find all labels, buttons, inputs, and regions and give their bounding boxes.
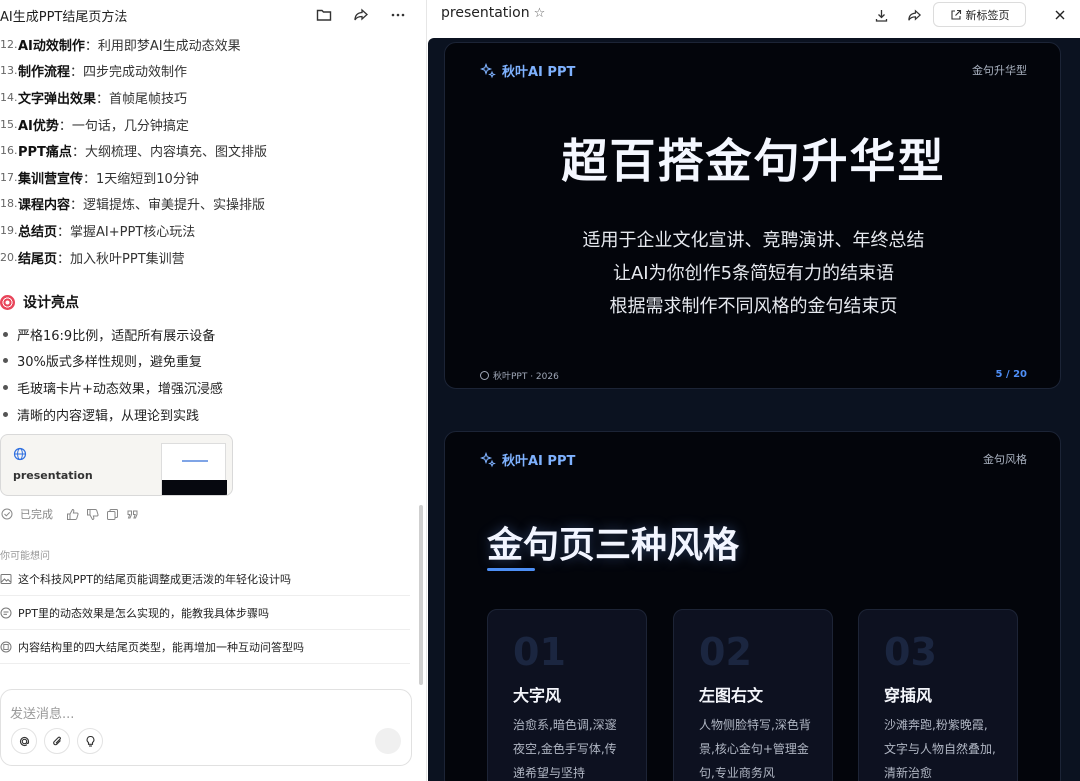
step-list: 12. AI动效制作 ：利用即梦AI生成动态效果 13. 制作流程 ：四步完成动效制作 … — [0, 31, 420, 270]
app-window: AI生成PPT结尾页方法 12. AI动效制作 ：利用即梦AI生成动态效果 13. 制… — [0, 0, 1080, 781]
list-item: 17. 集训营宣传 ：1天缩短到10分钟 — [0, 170, 199, 187]
thumbs-down-icon[interactable] — [85, 507, 99, 521]
card-title: 穿插风 — [884, 686, 933, 705]
list-item: 毛玻璃卡片+动态效果，增强沉浸感 — [0, 374, 420, 401]
presentation-card[interactable]: presentation — [0, 434, 233, 496]
suggestions-heading: 你可能想问 — [0, 551, 50, 562]
card-title: 左图右文 — [699, 686, 764, 705]
bullet-dot — [3, 358, 8, 364]
globe-icon — [13, 447, 27, 461]
slide-subtitle-line: 让AI为你创作5条简短有力的结束语 — [612, 263, 895, 284]
list-item: 15. AI优势 ：一句话，几分钟搞定 — [0, 117, 189, 134]
close-icon[interactable] — [1049, 4, 1071, 26]
card-number: 01 — [513, 630, 566, 674]
card-description: 沙滩奔跑,粉紫晚霞,文字与人物自然叠加,清新治愈 — [884, 718, 996, 780]
message-input-box[interactable]: 发送消息... — [0, 689, 412, 766]
open-in-new-tab-button[interactable]: 新标签页 — [933, 2, 1026, 27]
at-icon — [19, 736, 29, 746]
preview-panel: presentation ☆ 新标签页 秋叶AI PPT 金句升华型 超百搭金句… — [428, 0, 1080, 781]
bullet-dot — [3, 411, 8, 417]
target-icon — [0, 294, 15, 310]
slide-brand: 秋叶AI PPT — [480, 450, 575, 469]
external-link-icon — [950, 9, 961, 20]
message-status-bar: 已完成 — [0, 506, 139, 522]
share-icon[interactable] — [903, 4, 925, 26]
page-number: 5 / 20 — [995, 369, 1028, 380]
list-item: 清晰的内容逻辑，从理论到实践 — [0, 401, 420, 428]
slide: 秋叶AI PPT 金句升华型 超百搭金句升华型 适用于企业文化宣讲、竞聘演讲、年… — [444, 42, 1061, 389]
chat-title: AI生成PPT结尾页方法 — [0, 10, 128, 25]
style-card: 01 大字风 治愈系,暗色调,深邃夜空,金色手写体,传递希望与坚持 — [487, 609, 647, 781]
chat-bubble-icon — [0, 607, 12, 619]
message-input[interactable]: 发送消息... — [10, 703, 74, 722]
presentation-thumbnail — [161, 443, 227, 495]
sparkle-icon — [480, 451, 496, 467]
suggestion-item[interactable]: 内容结构里的四大结尾页类型，能再增加一种互动问答型吗 — [0, 631, 410, 664]
preview-title: presentation ☆ — [441, 5, 546, 21]
highlights-heading: 设计亮点 — [0, 292, 79, 312]
card-description: 治愈系,暗色调,深邃夜空,金色手写体,传递希望与坚持 — [513, 718, 617, 780]
card-description: 人物侧脸特写,深色背景,核心金句+管理金句,专业商务风 — [699, 718, 811, 780]
circle-icon — [480, 371, 489, 380]
sparkle-icon — [480, 62, 496, 78]
list-item: 严格16:9比例，适配所有展示设备 — [0, 321, 420, 348]
image-icon — [0, 574, 12, 584]
chat-panel: AI生成PPT结尾页方法 12. AI动效制作 ：利用即梦AI生成动态效果 13. 制… — [0, 0, 427, 781]
style-card: 02 左图右文 人物侧脸特写,深色背景,核心金句+管理金句,专业商务风 — [673, 609, 833, 781]
folder-icon[interactable] — [313, 4, 335, 26]
lightbulb-icon — [86, 735, 94, 747]
suggestion-item[interactable]: 这个科技风PPT的结尾页能调整成更活泼的年轻化设计吗 — [0, 563, 410, 596]
share-icon[interactable] — [350, 4, 372, 26]
card-number: 03 — [884, 630, 937, 674]
quote-icon[interactable] — [125, 507, 139, 521]
copy-icon[interactable] — [105, 507, 119, 521]
style-card: 03 穿插风 沙滩奔跑,粉紫晚霞,文字与人物自然叠加,清新治愈 — [858, 609, 1018, 781]
idea-button[interactable] — [77, 728, 103, 754]
star-icon[interactable]: ☆ — [534, 6, 546, 21]
check-circle-icon — [0, 507, 14, 521]
title-underline — [487, 568, 535, 571]
send-button[interactable] — [375, 728, 401, 754]
highlights-list: 严格16:9比例，适配所有展示设备 30%版式多样性规则，避免重复 毛玻璃卡片+… — [0, 321, 420, 427]
slide: 秋叶AI PPT 金句风格 金句页三种风格 01 大字风 治愈系,暗色调,深邃夜… — [444, 431, 1061, 781]
book-icon — [0, 641, 12, 653]
paperclip-icon — [52, 736, 61, 745]
bullet-dot — [3, 331, 8, 337]
slide-tag: 金句风格 — [983, 453, 1027, 466]
bullet-dot — [3, 384, 8, 390]
thumbs-up-icon[interactable] — [65, 507, 79, 521]
slide-footer: 秋叶PPT · 2026 — [480, 369, 559, 382]
status-text: 已完成 — [20, 508, 53, 521]
slide-title: 超百搭金句升华型 — [561, 134, 946, 188]
slide-subtitle-line: 适用于企业文化宣讲、竞聘演讲、年终总结 — [582, 230, 925, 251]
preview-header: presentation ☆ 新标签页 — [428, 0, 1080, 30]
chat-scrollbar[interactable] — [419, 505, 423, 685]
card-label: presentation — [13, 469, 93, 482]
list-item: 13. 制作流程 ：四步完成动效制作 — [0, 64, 188, 81]
list-item: 20. 结尾页 ：加入秋叶PPT集训营 — [0, 250, 185, 267]
slide-brand: 秋叶AI PPT — [480, 61, 575, 80]
slides-viewport[interactable]: 秋叶AI PPT 金句升华型 超百搭金句升华型 适用于企业文化宣讲、竞聘演讲、年… — [428, 38, 1080, 781]
list-item: 12. AI动效制作 ：利用即梦AI生成动态效果 — [0, 37, 241, 54]
slide-tag: 金句升华型 — [972, 64, 1027, 77]
attach-button[interactable] — [44, 728, 70, 754]
download-icon[interactable] — [870, 4, 892, 26]
list-item: 30%版式多样性规则，避免重复 — [0, 348, 420, 375]
list-item: 18. 课程内容 ：逻辑提炼、审美提升、实操排版 — [0, 197, 266, 214]
list-item: 19. 总结页 ：掌握AI+PPT核心玩法 — [0, 223, 196, 240]
card-number: 02 — [699, 630, 752, 674]
list-item: 14. 文字弹出效果 ：首帧尾帧技巧 — [0, 90, 188, 107]
slide-title: 金句页三种风格 — [487, 525, 740, 566]
slide-subtitle-line: 根据需求制作不同风格的金句结束页 — [609, 296, 898, 317]
list-item: 16. PPT痛点 ：大纲梳理、内容填充、图文排版 — [0, 144, 267, 161]
card-title: 大字风 — [513, 686, 562, 705]
chat-header: AI生成PPT结尾页方法 — [0, 0, 426, 30]
more-icon[interactable] — [387, 4, 409, 26]
suggestion-item[interactable]: PPT里的动态效果是怎么实现的，能教我具体步骤吗 — [0, 597, 410, 630]
mention-button[interactable] — [11, 728, 37, 754]
